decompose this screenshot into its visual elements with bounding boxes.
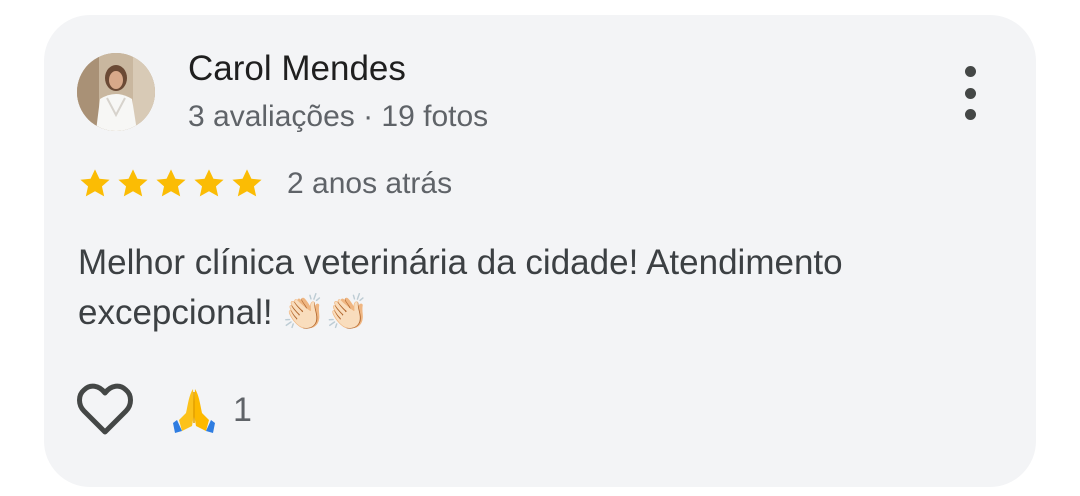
review-time: 2 anos atrás	[287, 167, 453, 200]
review-body: Melhor clínica veterinária da cidade! At…	[78, 243, 843, 332]
star-icon	[194, 169, 224, 197]
star-icon	[232, 169, 262, 197]
reviewer-name[interactable]: Carol Mendes	[188, 48, 406, 90]
review-text: Melhor clínica veterinária da cidade! At…	[78, 238, 978, 338]
folded-hands-icon	[173, 389, 215, 433]
reviewer-meta: 3 avaliações · 19 fotos	[188, 100, 489, 133]
reaction-summary[interactable]: 1	[173, 386, 252, 434]
rating-stars	[76, 165, 266, 203]
reaction-count: 1	[233, 391, 252, 429]
heart-outline-icon	[77, 383, 133, 435]
more-vert-icon-dot	[964, 87, 976, 99]
star-icon	[80, 169, 110, 197]
clapping-hands-emoji: 👏🏻👏🏻	[282, 293, 370, 333]
more-vert-icon-dot	[964, 109, 976, 120]
reviewer-avatar[interactable]	[77, 53, 155, 131]
more-options-button[interactable]	[948, 66, 992, 120]
more-vert-icon-dot	[964, 66, 976, 77]
star-icon	[156, 169, 186, 197]
like-button[interactable]	[76, 383, 134, 437]
reviewer-photo	[77, 53, 155, 131]
star-icon	[118, 169, 148, 197]
